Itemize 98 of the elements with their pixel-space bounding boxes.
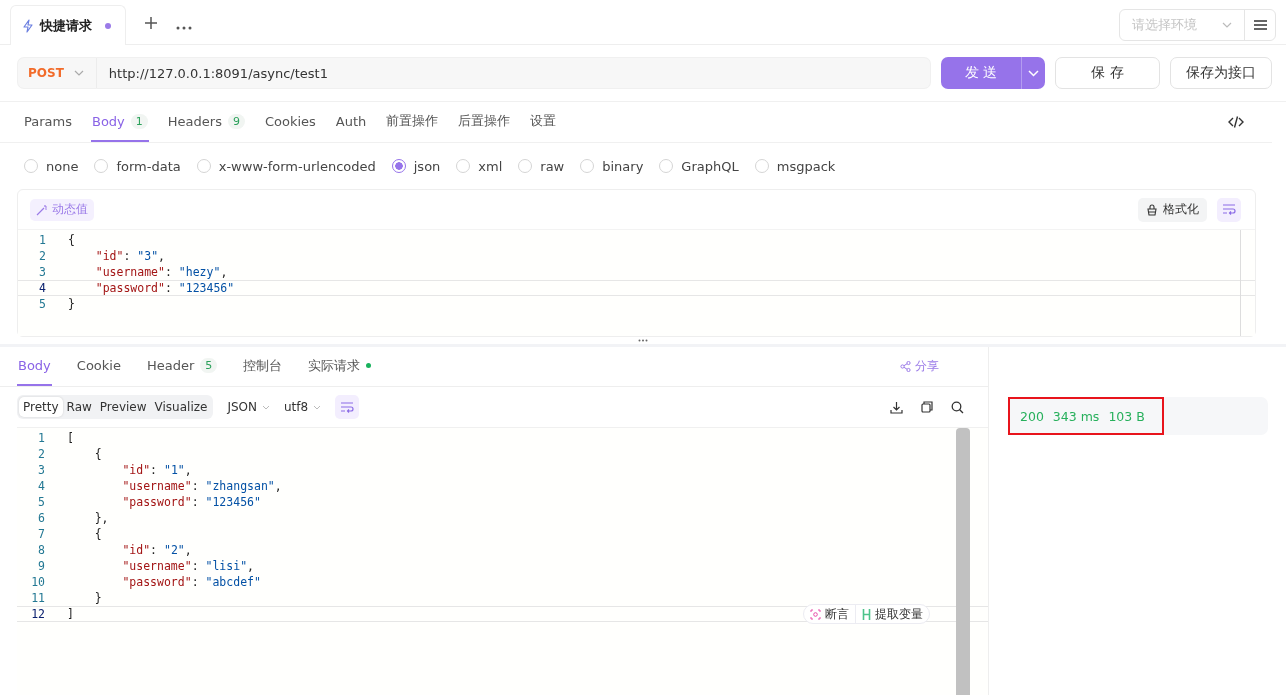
format-select[interactable]: JSON xyxy=(227,400,270,414)
more-icon[interactable] xyxy=(176,26,192,30)
count-badge: 1 xyxy=(130,113,148,129)
code-line: ] xyxy=(67,607,74,621)
view-mode-button[interactable]: Visualize xyxy=(150,397,212,417)
download-icon[interactable] xyxy=(890,400,903,414)
chevron-down-icon xyxy=(1222,22,1232,28)
code-line: "id": "2", xyxy=(121,543,192,557)
format-button[interactable]: 格式化 xyxy=(1138,197,1207,222)
param-tab[interactable]: Headers 9 xyxy=(166,102,246,142)
line-number: 4 xyxy=(37,479,46,493)
body-type-radio[interactable]: x-www-form-urlencoded xyxy=(196,158,376,174)
param-tab[interactable]: Auth xyxy=(334,102,368,142)
count-badge: 9 xyxy=(227,113,245,129)
response-tab[interactable]: 控制台 xyxy=(242,347,284,386)
param-tab[interactable]: 设置 xyxy=(529,102,558,142)
line-number: 5 xyxy=(37,495,46,509)
code-line: "id": "1", xyxy=(121,463,192,477)
wrap-icon xyxy=(340,401,355,413)
line-number: 6 xyxy=(37,511,46,525)
code-line: [ xyxy=(67,431,74,445)
chevron-down-icon xyxy=(73,70,84,76)
drag-handle-icon[interactable] xyxy=(638,339,648,342)
code-line: { xyxy=(68,233,75,247)
body-type-radio[interactable]: raw xyxy=(518,158,565,174)
body-type-radio[interactable]: json xyxy=(391,158,441,174)
param-tab[interactable]: Body 1 xyxy=(91,102,149,142)
body-type-radio[interactable]: form-data xyxy=(94,158,181,174)
param-tab[interactable]: 后置操作 xyxy=(457,102,512,142)
code-line: } xyxy=(93,591,102,605)
line-number: 3 xyxy=(38,265,47,279)
response-time: 343 ms xyxy=(1052,408,1100,424)
response-tab[interactable]: Cookie xyxy=(75,347,122,386)
send-button[interactable]: 发 送 xyxy=(941,57,1021,89)
search-icon[interactable] xyxy=(951,400,964,414)
send-options-button[interactable] xyxy=(1021,57,1045,89)
code-line: "password": "abcdef" xyxy=(121,575,261,589)
body-type-radio[interactable]: xml xyxy=(456,158,503,174)
response-size: 103 B xyxy=(1108,408,1145,424)
lightning-icon xyxy=(21,18,35,33)
extract-variable-button[interactable]: 提取变量 xyxy=(855,605,929,623)
view-mode-button[interactable]: Preview xyxy=(95,397,151,417)
code-icon[interactable] xyxy=(1228,116,1244,128)
code-line: "password": "123456" xyxy=(94,281,235,295)
code-line: "username": "hezy", xyxy=(94,265,228,279)
line-number: 10 xyxy=(30,575,46,589)
line-number: 5 xyxy=(38,297,47,311)
line-number: 9 xyxy=(37,559,46,573)
save-as-api-button[interactable]: 保存为接口 xyxy=(1170,57,1272,89)
body-type-radio[interactable]: binary xyxy=(580,158,644,174)
line-number: 1 xyxy=(37,431,46,445)
target-icon xyxy=(810,608,821,620)
code-line: { xyxy=(93,447,102,461)
line-number: 2 xyxy=(38,249,47,263)
code-line: "password": "123456" xyxy=(121,495,261,509)
code-line: "username": "zhangsan", xyxy=(121,479,282,493)
line-number: 4 xyxy=(38,281,47,295)
chevron-down-icon xyxy=(1028,69,1039,77)
code-line: } xyxy=(68,297,75,311)
view-mode-button[interactable]: Raw xyxy=(62,397,96,417)
line-number: 3 xyxy=(37,463,46,477)
response-tab[interactable]: Header 5 xyxy=(145,347,219,386)
url-field[interactable]: http://127.0.0.1:8091/async/test1 xyxy=(96,57,931,89)
plus-icon[interactable] xyxy=(144,16,158,30)
body-type-radio[interactable]: none xyxy=(24,158,79,174)
response-tab[interactable]: Body xyxy=(17,347,52,386)
code-line: "id": "3", xyxy=(94,249,165,263)
wrap-icon xyxy=(1222,204,1236,215)
request-tab[interactable]: 快捷请求 xyxy=(10,5,126,45)
chevron-down-icon xyxy=(262,404,270,410)
line-number: 11 xyxy=(30,591,46,605)
line-number: 7 xyxy=(37,527,46,541)
param-tab[interactable]: 前置操作 xyxy=(385,102,440,142)
scrollbar[interactable] xyxy=(956,428,970,695)
chevron-down-icon xyxy=(313,404,322,410)
assert-button[interactable]: 断言 xyxy=(804,605,855,623)
line-number: 1 xyxy=(38,233,47,247)
response-tab[interactable]: 实际请求 xyxy=(307,347,373,386)
count-badge: 5 xyxy=(200,358,218,373)
share-link[interactable]: 分享 xyxy=(900,347,939,386)
view-mode-button[interactable]: Pretty xyxy=(19,397,63,417)
line-number: 2 xyxy=(37,447,46,461)
magic-wand-icon xyxy=(36,203,48,216)
param-tab[interactable]: Params xyxy=(23,102,73,142)
body-type-radio[interactable]: GraphQL xyxy=(659,158,739,174)
share-icon xyxy=(900,361,911,372)
save-button[interactable]: 保 存 xyxy=(1055,57,1160,89)
line-number: 12 xyxy=(30,607,46,621)
body-type-radio[interactable]: msgpack xyxy=(754,158,836,174)
code-line: }, xyxy=(93,511,109,525)
copy-icon[interactable] xyxy=(921,401,933,413)
encoding-select[interactable]: utf8 xyxy=(284,400,322,414)
code-line: { xyxy=(93,527,102,541)
param-tab[interactable]: Cookies xyxy=(263,102,317,142)
menu-icon xyxy=(1253,20,1267,30)
status-code: 200 xyxy=(1020,408,1044,424)
line-number: 8 xyxy=(37,543,46,557)
code-line: "username": "lisi", xyxy=(121,559,254,573)
